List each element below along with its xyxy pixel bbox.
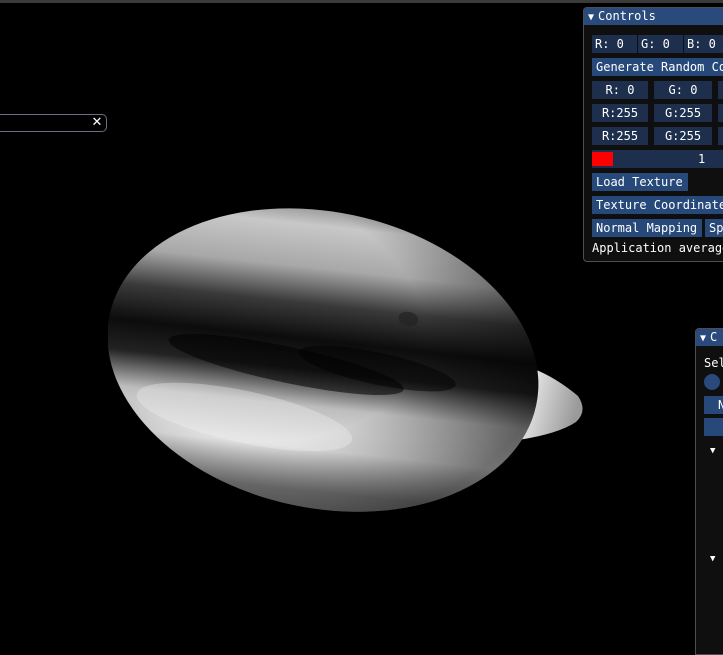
close-icon[interactable]: ✕ bbox=[90, 115, 104, 131]
color-swatch[interactable] bbox=[592, 152, 613, 166]
generate-random-color-button[interactable]: Generate Random Co bbox=[592, 58, 723, 76]
slider[interactable]: 1 bbox=[592, 150, 723, 168]
specular-b-field[interactable] bbox=[718, 127, 723, 145]
collapse-arrow-icon[interactable]: ▼ bbox=[700, 333, 706, 344]
ambient-r-field[interactable]: R: 0 bbox=[592, 81, 648, 99]
second-panel-title-bar[interactable]: ▼ C bbox=[696, 329, 723, 346]
3d-model-viewport[interactable] bbox=[108, 196, 588, 522]
select-label: Sel bbox=[704, 356, 723, 370]
panel-button-2[interactable] bbox=[704, 418, 723, 436]
slider-value: 1 bbox=[698, 152, 706, 166]
load-texture-button[interactable]: Load Texture bbox=[592, 173, 688, 191]
normal-mapping-button[interactable]: Normal Mapping bbox=[592, 219, 702, 237]
specular-r-field[interactable]: R:255 bbox=[592, 127, 648, 145]
tree-arrow-icon-2[interactable]: ▼ bbox=[710, 550, 720, 568]
radio-button[interactable] bbox=[704, 374, 720, 390]
diffuse-r-field[interactable]: R:255 bbox=[592, 104, 648, 122]
ambient-b-field[interactable] bbox=[718, 81, 723, 99]
tree-arrow-icon[interactable]: ▼ bbox=[710, 442, 720, 460]
model-body bbox=[108, 208, 539, 512]
controls-title-bar[interactable]: ▼ Controls bbox=[584, 8, 723, 25]
second-panel: ▼C Sel N ▼ ▼ bbox=[695, 328, 723, 655]
specular-g-field[interactable]: G:255 bbox=[654, 127, 712, 145]
collapse-arrow-icon[interactable]: ▼ bbox=[588, 12, 594, 23]
controls-panel: ▼ Controls R: 0 G: 0 B: 0 Generate Random… bbox=[583, 7, 723, 262]
sp-button[interactable]: Sp bbox=[705, 219, 723, 237]
filter-input[interactable]: ✕ bbox=[0, 114, 107, 132]
color-field-r[interactable]: R: 0 bbox=[592, 35, 637, 53]
controls-title: Controls bbox=[598, 9, 656, 23]
second-panel-title: C bbox=[710, 330, 718, 344]
ambient-g-field[interactable]: G: 0 bbox=[654, 81, 712, 99]
texture-coordinates-button[interactable]: Texture Coordinates bbox=[592, 196, 723, 214]
diffuse-g-field[interactable]: G:255 bbox=[654, 104, 712, 122]
status-text: Application average bbox=[592, 241, 723, 255]
diffuse-b-field[interactable] bbox=[718, 104, 723, 122]
panel-button[interactable]: N bbox=[704, 396, 723, 414]
color-field-b[interactable]: B: 0 bbox=[684, 35, 723, 53]
color-field-g[interactable]: G: 0 bbox=[638, 35, 683, 53]
top-border bbox=[0, 0, 723, 3]
